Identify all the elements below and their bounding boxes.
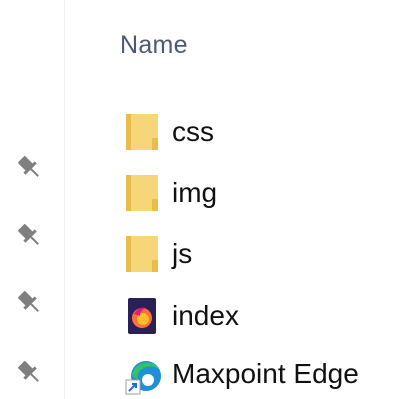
file-name: img (172, 177, 218, 208)
list-item-css[interactable]: css (120, 108, 214, 156)
file-name: index (172, 300, 239, 331)
pin-icon[interactable] (14, 357, 44, 387)
pin-icon[interactable] (14, 220, 44, 250)
pin-icon[interactable] (14, 287, 44, 317)
file-name: Maxpoint Edge (172, 358, 359, 389)
file-name: css (172, 116, 214, 147)
column-header-name[interactable]: Name (120, 31, 188, 60)
list-item-js[interactable]: js (120, 230, 192, 278)
file-explorer-view: Name css img js index Maxpoint Edge (0, 0, 420, 399)
list-item-index[interactable]: index (120, 292, 239, 340)
list-item-maxpoint-edge[interactable]: Maxpoint Edge (120, 350, 359, 398)
folder-icon (120, 169, 166, 217)
navigation-divider (64, 0, 65, 399)
folder-icon (120, 230, 166, 278)
file-name: js (172, 238, 193, 269)
pin-icon[interactable] (14, 152, 44, 182)
list-item-img[interactable]: img (120, 169, 217, 217)
folder-icon (120, 108, 166, 156)
edge-shortcut-icon (120, 350, 166, 398)
firefox-html-file-icon (120, 292, 166, 340)
